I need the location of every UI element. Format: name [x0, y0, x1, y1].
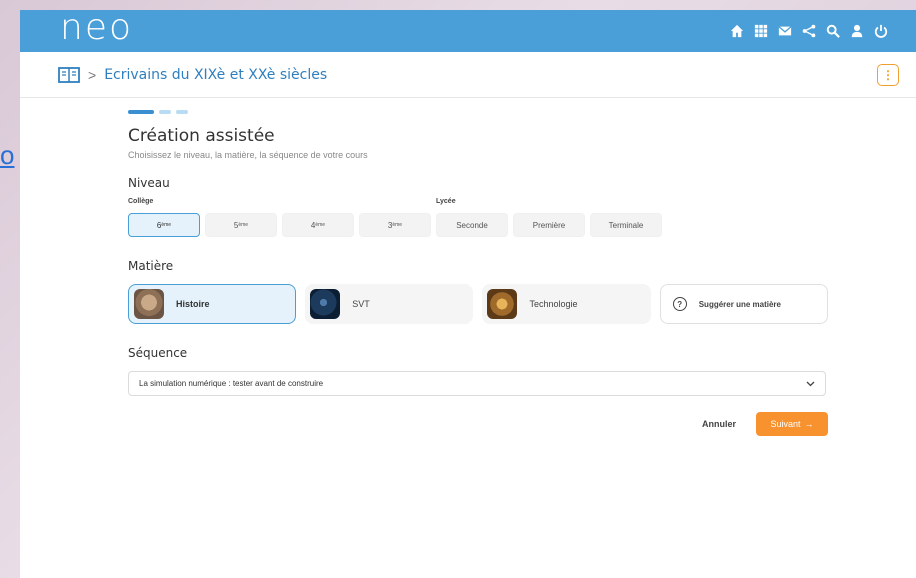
level-premiere-button[interactable]: Première [513, 213, 585, 237]
background-link[interactable]: o [0, 140, 14, 171]
level-5eme-button[interactable]: 5 ème [205, 213, 277, 237]
level-6eme-button[interactable]: 6 ème [128, 213, 200, 237]
subject-histoire-card[interactable]: Histoire [128, 284, 297, 324]
next-button[interactable]: Suivant → [756, 412, 828, 436]
arrow-right-icon: → [804, 419, 814, 429]
cancel-button[interactable]: Annuler [702, 419, 736, 429]
more-options-button[interactable]: ⋮ [877, 63, 899, 86]
technologie-thumbnail [487, 289, 518, 319]
level-group-labels: Collège Lycée [128, 198, 828, 212]
share-icon[interactable] [802, 24, 816, 38]
mail-icon[interactable] [778, 24, 792, 38]
sequence-label: Séquence [128, 346, 188, 360]
wizard-actions: Annuler Suivant → [128, 412, 828, 436]
user-icon[interactable] [850, 24, 864, 38]
subject-technologie-card[interactable]: Technologie [482, 284, 651, 324]
page-subtitle: Choisissez le niveau, la matière, la séq… [128, 150, 368, 160]
neo-logo[interactable]: neo [60, 10, 133, 49]
breadcrumb-chevron-icon: > [88, 66, 97, 83]
level-selector: 6 ème 5 ème 4 ème 3 ème Seconde Première Ter… [128, 213, 828, 237]
niveau-label: Niveau [128, 176, 170, 190]
level-seconde-button[interactable]: Seconde [436, 213, 508, 237]
top-navbar: neo [20, 10, 916, 52]
step-indicator [128, 110, 828, 114]
step-3-indicator [176, 110, 188, 114]
lycee-label: Lycée [436, 198, 456, 205]
sequence-value: La simulation numérique : tester avant d… [139, 379, 324, 388]
breadcrumb-title[interactable]: Ecrivains du XIXè et XXè siècles [104, 67, 327, 83]
suggest-subject-button[interactable]: ? Suggérer une matière [659, 284, 828, 324]
kebab-icon: ⋮ [882, 67, 894, 82]
book-icon[interactable] [58, 66, 80, 83]
chevron-down-icon [806, 379, 815, 389]
search-icon[interactable] [826, 24, 840, 38]
matiere-label: Matière [128, 259, 174, 273]
level-3eme-button[interactable]: 3 ème [359, 213, 431, 237]
histoire-thumbnail [134, 289, 164, 319]
question-icon: ? [672, 297, 687, 311]
level-4eme-button[interactable]: 4 ème [282, 213, 354, 237]
apps-grid-icon[interactable] [754, 24, 768, 38]
level-terminale-button[interactable]: Terminale [590, 213, 662, 237]
sequence-select[interactable]: La simulation numérique : tester avant d… [128, 371, 826, 396]
college-label: Collège [128, 198, 154, 205]
breadcrumb: > Ecrivains du XIXè et XXè siècles ⋮ [20, 52, 916, 98]
home-icon[interactable] [730, 24, 744, 38]
wizard-content: Création assistée Choisissez le niveau, … [128, 110, 828, 436]
step-1-indicator [128, 110, 154, 114]
top-icons [730, 24, 888, 38]
subject-selector: Histoire SVT Technologie ? Suggérer une … [128, 284, 828, 324]
power-icon[interactable] [874, 24, 888, 38]
subject-svt-card[interactable]: SVT [305, 284, 474, 324]
step-2-indicator [159, 110, 171, 114]
page-title: Création assistée [128, 126, 275, 146]
svt-thumbnail [310, 289, 341, 319]
app-window: neo > Ecrivains du XIXè et XXè siècles ⋮… [20, 10, 916, 578]
